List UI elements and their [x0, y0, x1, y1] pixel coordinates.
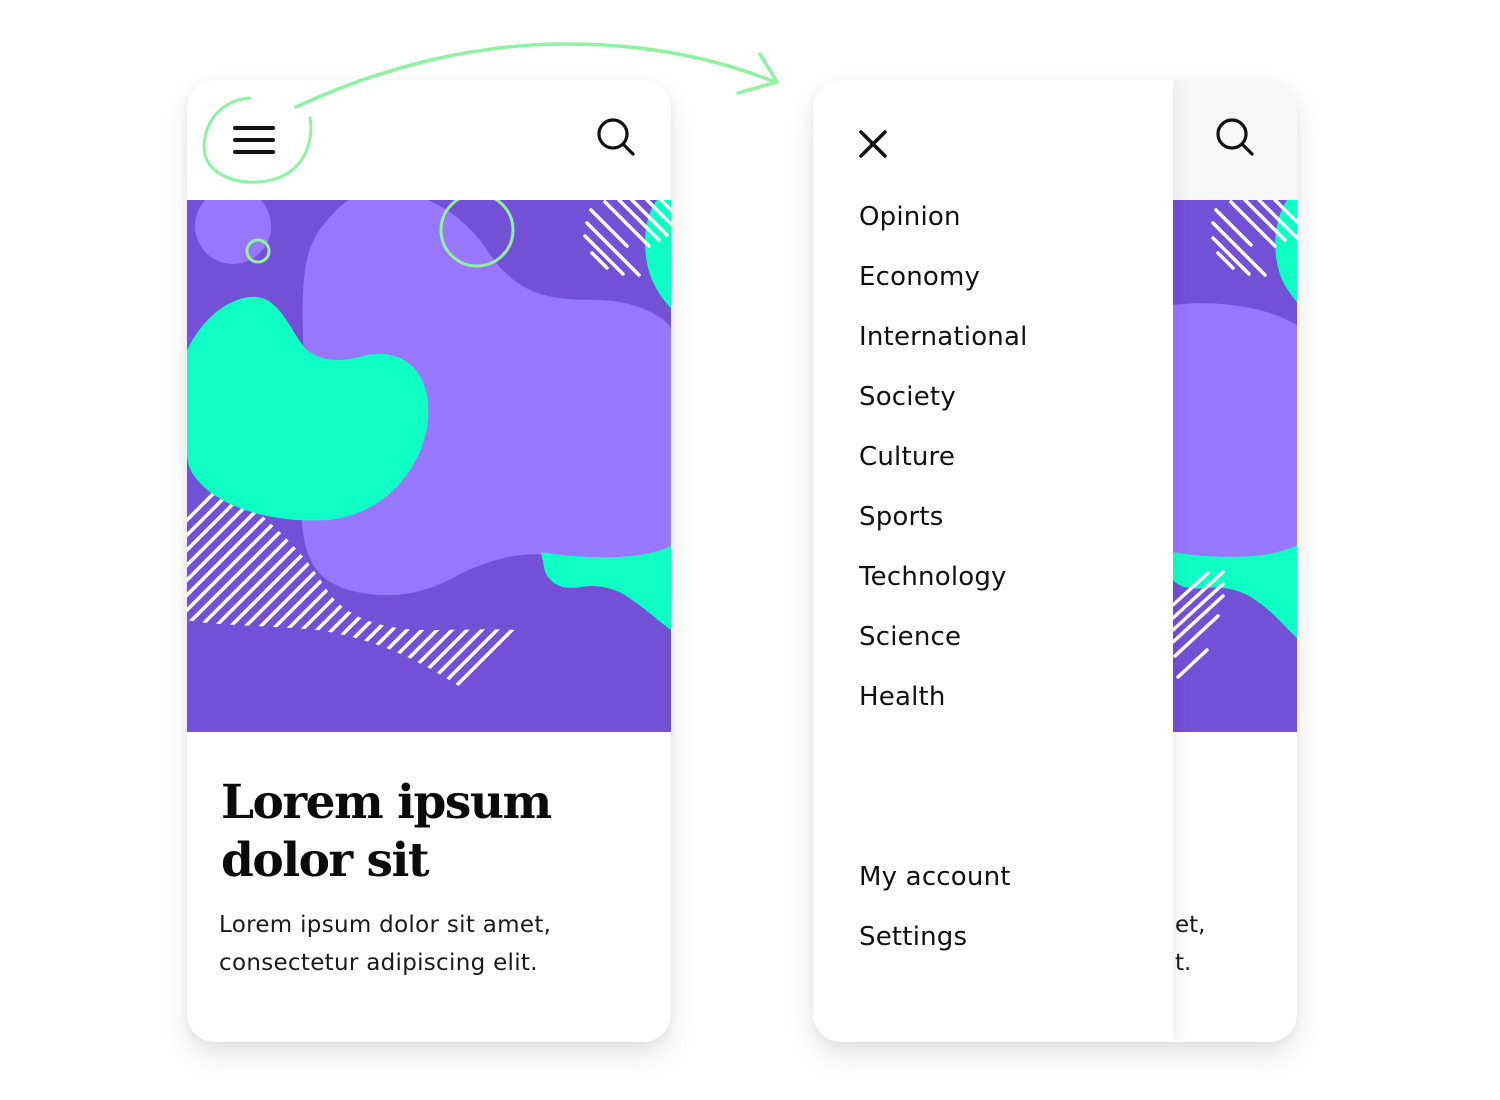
menu-item-international[interactable]: International: [859, 312, 1028, 372]
menu-item-health[interactable]: Health: [859, 672, 1028, 732]
abstract-illustration: [187, 200, 671, 732]
menu-item-science[interactable]: Science: [859, 612, 1028, 672]
menu-button[interactable]: [231, 122, 277, 158]
menu-item-culture[interactable]: Culture: [859, 432, 1028, 492]
menu-item-opinion[interactable]: Opinion: [859, 192, 1028, 252]
account-menu: My account Settings: [859, 852, 1011, 972]
search-icon: [597, 118, 635, 156]
category-menu: Opinion Economy International Society Cu…: [859, 192, 1028, 732]
description-fragment: t.: [1175, 950, 1192, 976]
close-button[interactable]: [857, 128, 889, 160]
search-icon: [1216, 118, 1254, 156]
description-fragment: et,: [1175, 912, 1206, 938]
article-description: Lorem ipsum dolor sit amet, consectetur …: [219, 912, 552, 976]
mobile-screen-open-menu: et, t. Opinion Economy International Soc…: [813, 80, 1297, 1042]
menu-item-sports[interactable]: Sports: [859, 492, 1028, 552]
search-button[interactable]: [593, 112, 641, 160]
background-article-text: et, t.: [1175, 906, 1205, 982]
hero-image[interactable]: [187, 200, 671, 732]
top-bar: [187, 80, 671, 200]
menu-item-society[interactable]: Society: [859, 372, 1028, 432]
menu-item-economy[interactable]: Economy: [859, 252, 1028, 312]
close-icon: [859, 130, 887, 158]
search-button[interactable]: [1212, 112, 1260, 160]
navigation-drawer: Opinion Economy International Society Cu…: [813, 80, 1173, 1042]
menu-item-settings[interactable]: Settings: [859, 912, 1011, 972]
annotation-arrow-head: [736, 52, 779, 95]
article-title[interactable]: Lorem ipsum dolor sit: [221, 774, 621, 890]
mobile-screen-closed-menu: Lorem ipsum dolor sit Lorem ipsum dolor …: [187, 80, 671, 1042]
menu-item-technology[interactable]: Technology: [859, 552, 1028, 612]
article-card[interactable]: Lorem ipsum dolor sit Lorem ipsum dolor …: [187, 732, 671, 1042]
menu-item-my-account[interactable]: My account: [859, 852, 1011, 912]
